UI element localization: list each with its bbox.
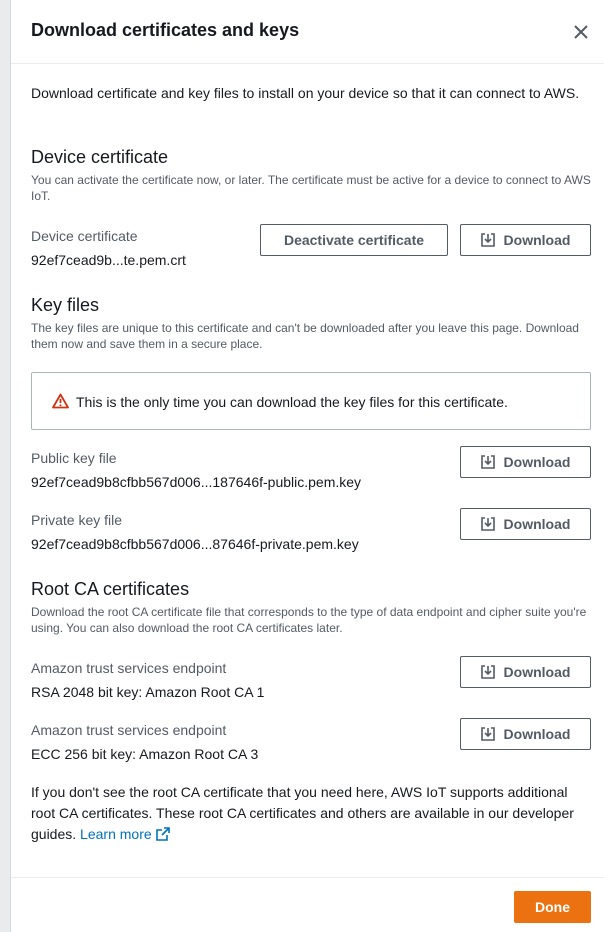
warning-icon bbox=[52, 393, 69, 414]
deactivate-certificate-label: Deactivate certificate bbox=[283, 232, 425, 248]
close-icon bbox=[574, 25, 588, 39]
download-label: Download bbox=[503, 664, 571, 680]
public-key-label: Public key file bbox=[31, 450, 117, 466]
root-ca-3-download-button[interactable]: Download bbox=[460, 718, 591, 750]
root-ca-endpoint-label: Amazon trust services endpoint bbox=[31, 660, 227, 676]
warning-alert: This is the only time you can download t… bbox=[31, 372, 591, 430]
modal-footer: Done bbox=[11, 877, 604, 932]
done-button[interactable]: Done bbox=[514, 891, 591, 923]
public-key-filename: 92ef7cead9b8cfbb567d006...187646f-public… bbox=[31, 474, 362, 490]
download-icon bbox=[480, 665, 495, 679]
download-label: Download bbox=[503, 232, 571, 248]
learn-more-label: Learn more bbox=[80, 826, 152, 842]
key-files-description: The key files are unique to this certifi… bbox=[31, 321, 579, 351]
download-label: Download bbox=[503, 726, 571, 742]
root-ca-note: If you don't see the root CA certificate… bbox=[31, 782, 591, 847]
modal-title: Download certificates and keys bbox=[31, 20, 300, 40]
root-ca-1-download-button[interactable]: Download bbox=[460, 656, 591, 688]
intro-text: Download certificate and key files to in… bbox=[31, 85, 580, 101]
root-ca-endpoint-label: Amazon trust services endpoint bbox=[31, 722, 227, 738]
root-ca-key-type: RSA 2048 bit key: Amazon Root CA 1 bbox=[31, 684, 265, 700]
close-button[interactable] bbox=[569, 20, 593, 44]
root-ca-description: Download the root CA certificate file th… bbox=[31, 605, 587, 635]
device-certificate-description: You can activate the certificate now, or… bbox=[31, 173, 591, 203]
warning-alert-text: This is the only time you can download t… bbox=[76, 394, 508, 410]
device-certificate-label: Device certificate bbox=[31, 228, 138, 244]
device-certificate-download-button[interactable]: Download bbox=[460, 224, 591, 256]
external-link-icon bbox=[155, 826, 170, 847]
download-icon bbox=[480, 517, 495, 531]
private-key-filename: 92ef7cead9b8cfbb567d006...87646f-private… bbox=[31, 536, 359, 552]
download-label: Download bbox=[503, 454, 571, 470]
done-label: Done bbox=[535, 899, 570, 915]
device-certificate-filename: 92ef7cead9b...te.pem.crt bbox=[31, 252, 186, 268]
device-certificate-heading: Device certificate bbox=[31, 147, 169, 167]
root-ca-key-type: ECC 256 bit key: Amazon Root CA 3 bbox=[31, 746, 259, 762]
download-icon bbox=[480, 727, 495, 741]
private-key-download-button[interactable]: Download bbox=[460, 508, 591, 540]
learn-more-link[interactable]: Learn more bbox=[80, 826, 170, 842]
public-key-download-button[interactable]: Download bbox=[460, 446, 591, 478]
deactivate-certificate-button[interactable]: Deactivate certificate bbox=[260, 224, 448, 256]
download-icon bbox=[480, 233, 495, 247]
modal-dialog: Download certificates and keys Download … bbox=[10, 0, 604, 932]
download-label: Download bbox=[503, 516, 571, 532]
modal-header: Download certificates and keys bbox=[11, 0, 604, 64]
download-icon bbox=[480, 455, 495, 469]
key-files-heading: Key files bbox=[31, 295, 100, 315]
root-ca-heading: Root CA certificates bbox=[31, 579, 190, 599]
private-key-label: Private key file bbox=[31, 512, 123, 528]
